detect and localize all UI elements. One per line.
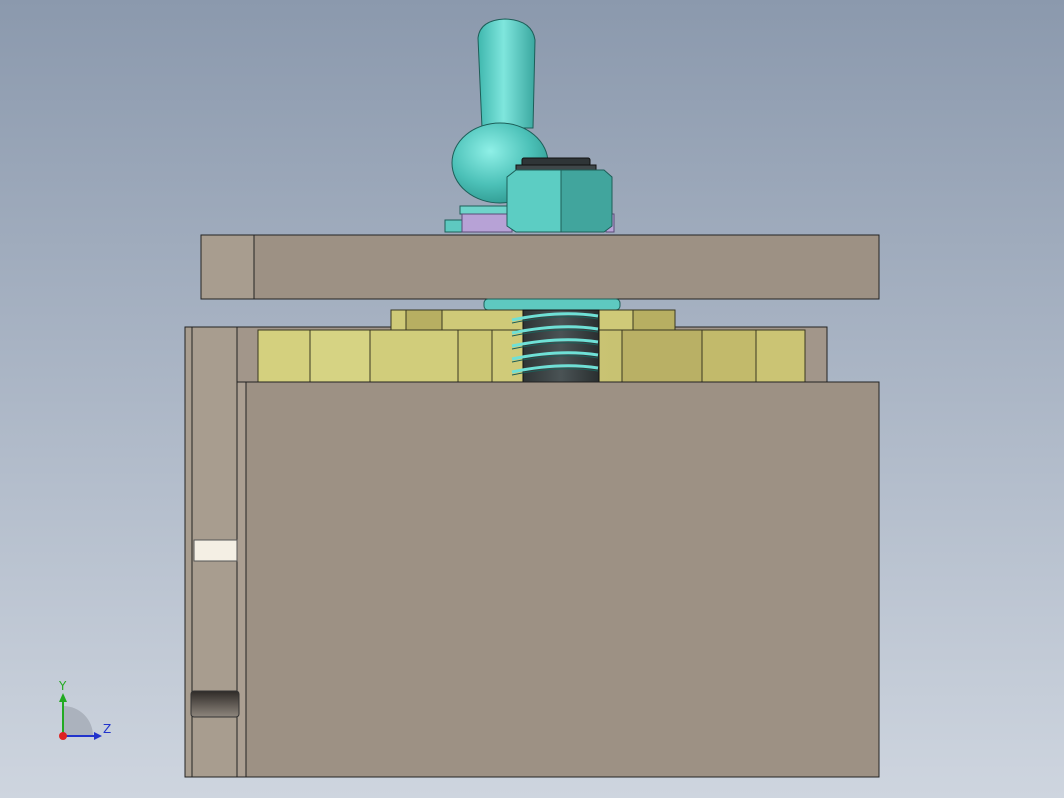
upper-plate-end [200, 234, 255, 300]
bolt-collar [483, 298, 621, 311]
front-plate-body [245, 381, 880, 778]
front-plate-edge [236, 381, 247, 778]
brass-segment-1 [257, 329, 311, 383]
threaded-bolt[interactable] [511, 309, 600, 383]
clamp-spacer-lavender [461, 213, 513, 233]
upper-plate-body [200, 234, 880, 300]
brass-segment-5 [621, 329, 703, 383]
upper-clamp-plate[interactable] [200, 234, 880, 300]
y-axis-label: Y [58, 679, 67, 693]
brass-segment-3 [369, 329, 459, 383]
nut-face-right [560, 169, 613, 233]
brass-segment-2 [309, 329, 371, 383]
brass-segment-4 [457, 329, 493, 383]
nut-face-left [506, 169, 562, 233]
triad-origin [59, 732, 67, 740]
hex-nut[interactable] [506, 157, 613, 233]
triad-quarter-disk [63, 706, 93, 736]
z-axis-label: Z [103, 722, 111, 736]
rail-slot-upper [193, 539, 238, 562]
brass-top-dark-left [405, 309, 443, 331]
z-axis-arrowhead [94, 732, 102, 740]
cad-viewport[interactable]: Y Z [0, 0, 1064, 798]
brass-top-dark-right [632, 309, 676, 331]
lower-front-plate[interactable] [236, 381, 880, 778]
brass-segment-7 [755, 329, 806, 383]
clamp-handle-arm [477, 18, 536, 129]
clamp-washer-top [459, 205, 513, 215]
rail-slot-lower [190, 690, 240, 718]
y-axis-arrowhead [59, 693, 67, 702]
brass-segment-6 [701, 329, 757, 383]
orientation-triad: Y Z [58, 679, 111, 740]
